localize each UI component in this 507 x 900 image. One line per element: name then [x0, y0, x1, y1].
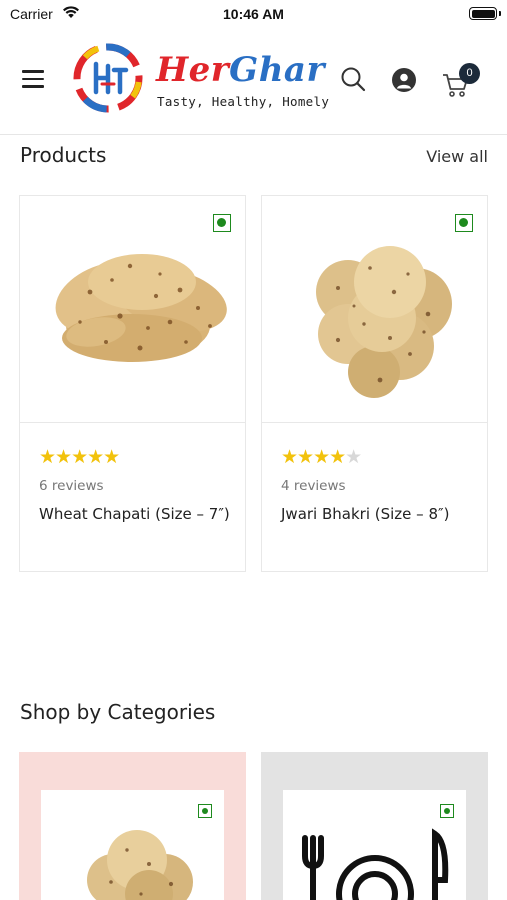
review-count: 4 reviews — [281, 478, 346, 494]
veg-indicator-icon — [455, 214, 473, 232]
status-bar: Carrier 10:46 AM — [0, 0, 507, 28]
search-icon[interactable] — [340, 66, 366, 92]
product-card[interactable]: ★★★★★ 4 reviews Jwari Bhakri (Size – 8″) — [261, 195, 488, 572]
user-silhouette-icon — [396, 73, 412, 89]
products-section-title: Products — [20, 143, 107, 167]
category-tile-meals[interactable] — [261, 752, 488, 900]
rating-stars: ★★★★★ — [39, 447, 120, 468]
review-count: 6 reviews — [39, 478, 104, 494]
user-icon[interactable] — [392, 68, 416, 92]
brand-name: HerGhar — [156, 50, 325, 90]
bread-stack-image — [87, 830, 193, 900]
cart-button[interactable]: 0 — [442, 63, 482, 98]
product-name[interactable]: Wheat Chapati (Size – 7″) — [39, 503, 234, 525]
product-card[interactable]: ★★★★★ 6 reviews Wheat Chapati (Size – 7″… — [19, 195, 246, 572]
category-tile-breads[interactable] — [19, 752, 246, 900]
veg-indicator-icon — [213, 214, 231, 232]
product-image[interactable] — [20, 196, 245, 423]
app-header: HerGhar Tasty, Healthy, Homely 0 — [0, 28, 507, 135]
brand-name-first: Her — [156, 50, 230, 90]
brand-name-second: Ghar — [229, 50, 325, 90]
veg-indicator-icon — [198, 804, 212, 818]
veg-indicator-icon — [440, 804, 454, 818]
menu-icon[interactable] — [22, 70, 44, 88]
rating-stars: ★★★★★ — [281, 447, 362, 468]
plate-cutlery-icon — [302, 828, 449, 900]
product-image[interactable] — [262, 196, 487, 423]
brand-tagline: Tasty, Healthy, Homely — [157, 94, 330, 109]
battery-tip — [499, 11, 501, 16]
categories-section-title: Shop by Categories — [20, 700, 216, 724]
status-time: 10:46 AM — [223, 6, 284, 22]
logo-icon[interactable] — [68, 40, 148, 116]
cart-count-badge: 0 — [459, 63, 480, 84]
battery-icon — [469, 7, 497, 20]
view-all-link[interactable]: View all — [426, 147, 488, 166]
category-image — [283, 790, 466, 900]
product-name[interactable]: Jwari Bhakri (Size – 8″) — [281, 503, 476, 525]
category-image — [41, 790, 224, 900]
